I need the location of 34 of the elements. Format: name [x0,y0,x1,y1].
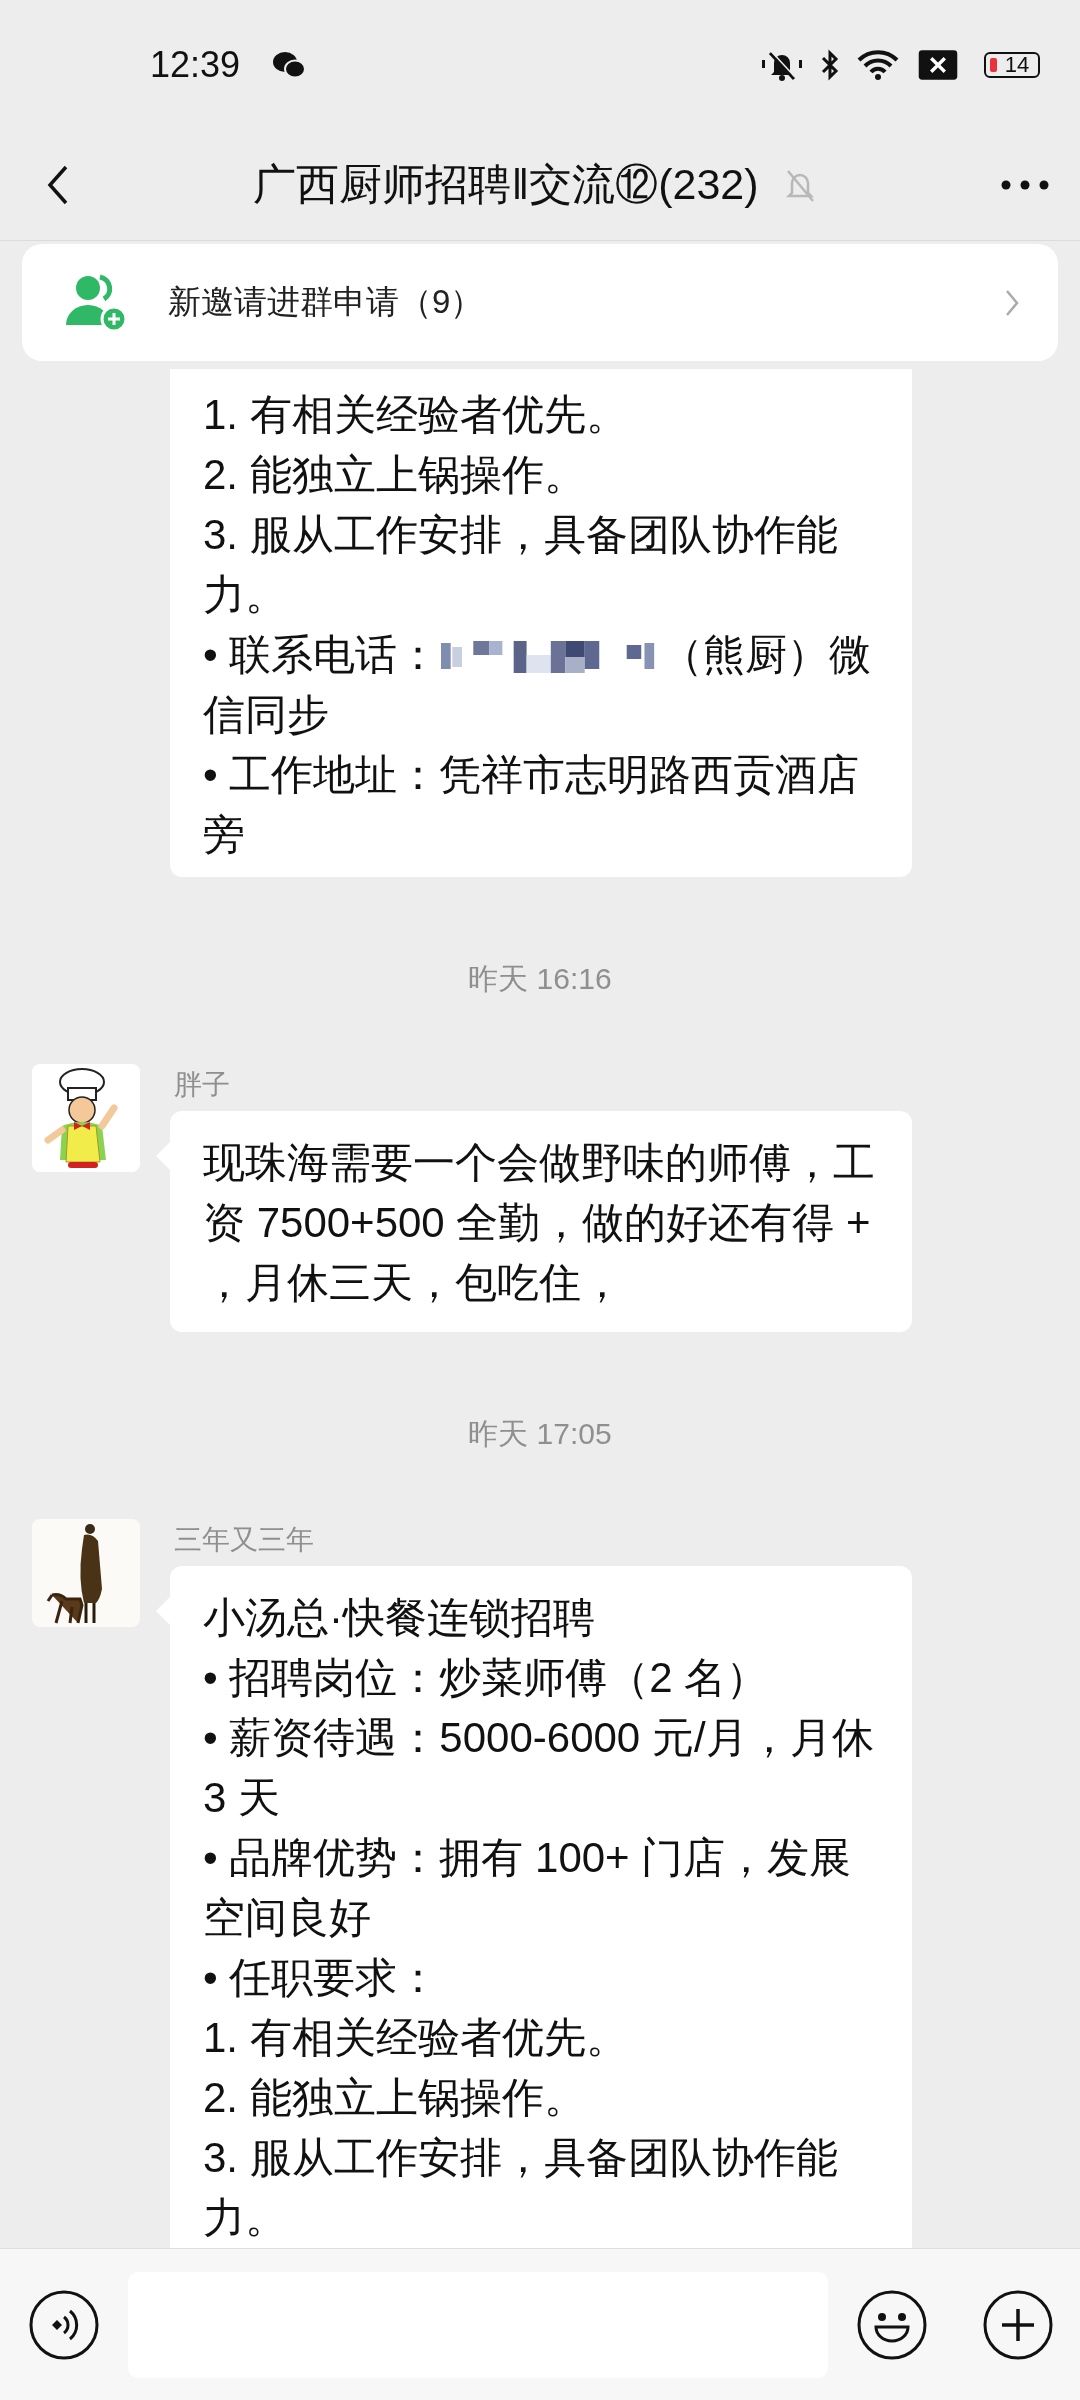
add-member-icon [64,272,128,333]
voice-icon[interactable] [28,2288,100,2361]
message-text: • 工作地址：凭祥市志明路西贡酒店旁 [203,750,861,860]
chat-app-icon [272,51,307,79]
wifi-icon [856,48,900,82]
sender-name: 胖子 [174,1068,230,1102]
sender-name: 三年又三年 [174,1523,314,1557]
emoji-icon[interactable] [856,2288,928,2361]
message-text: • 联系电话： （熊厨）微信同步 [203,630,873,740]
battery-indicator: 14 [984,52,1040,78]
add-icon[interactable] [982,2288,1054,2361]
message-text: 小汤总·快餐连锁招聘 [203,1593,596,1643]
message-text: 3. 服从工作安排，具备团队协作能力。 [203,510,839,620]
bluetooth-icon [820,48,840,82]
more-icon[interactable] [1000,179,1050,191]
message-text: 1. 有相关经验者优先。 [203,390,629,440]
invite-banner[interactable]: 新邀请进群申请（9） [22,244,1058,361]
message-text: 3. 服从工作安排，具备团队协作能力。 [203,2133,839,2243]
message-text: • 招聘岗位：炒菜师傅（2 名） [203,1653,770,1703]
message-text: 2. 能独立上锅操作。 [203,450,587,500]
message-text: • 薪资待遇：5000-6000 元/月，月休 3 天 [203,1713,875,1823]
message-text: • 品牌优势：拥有 100+ 门店，发展空间良好 [203,1833,853,1943]
chat-title: 广西厨师招聘‖交流⑫(232) [253,159,759,210]
message-text: 现珠海需要一个会做野味的师傅，工资 7500+500 全勤，做的好还有得 + ，月休三天，包吃住， [203,1138,876,1308]
avatar[interactable] [32,1519,140,1627]
status-time: 12:39 [150,44,241,86]
back-icon[interactable] [46,163,70,207]
message-text: 2. 能独立上锅操作。 [203,2073,587,2123]
no-sim-icon [916,48,960,82]
message-text: 1. 有相关经验者优先。 [203,2013,629,2063]
message-text: • 任职要求： [203,1953,441,2003]
timestamp: 昨天 16:16 [468,962,612,996]
timestamp: 昨天 17:05 [468,1417,612,1451]
avatar[interactable] [32,1064,140,1172]
